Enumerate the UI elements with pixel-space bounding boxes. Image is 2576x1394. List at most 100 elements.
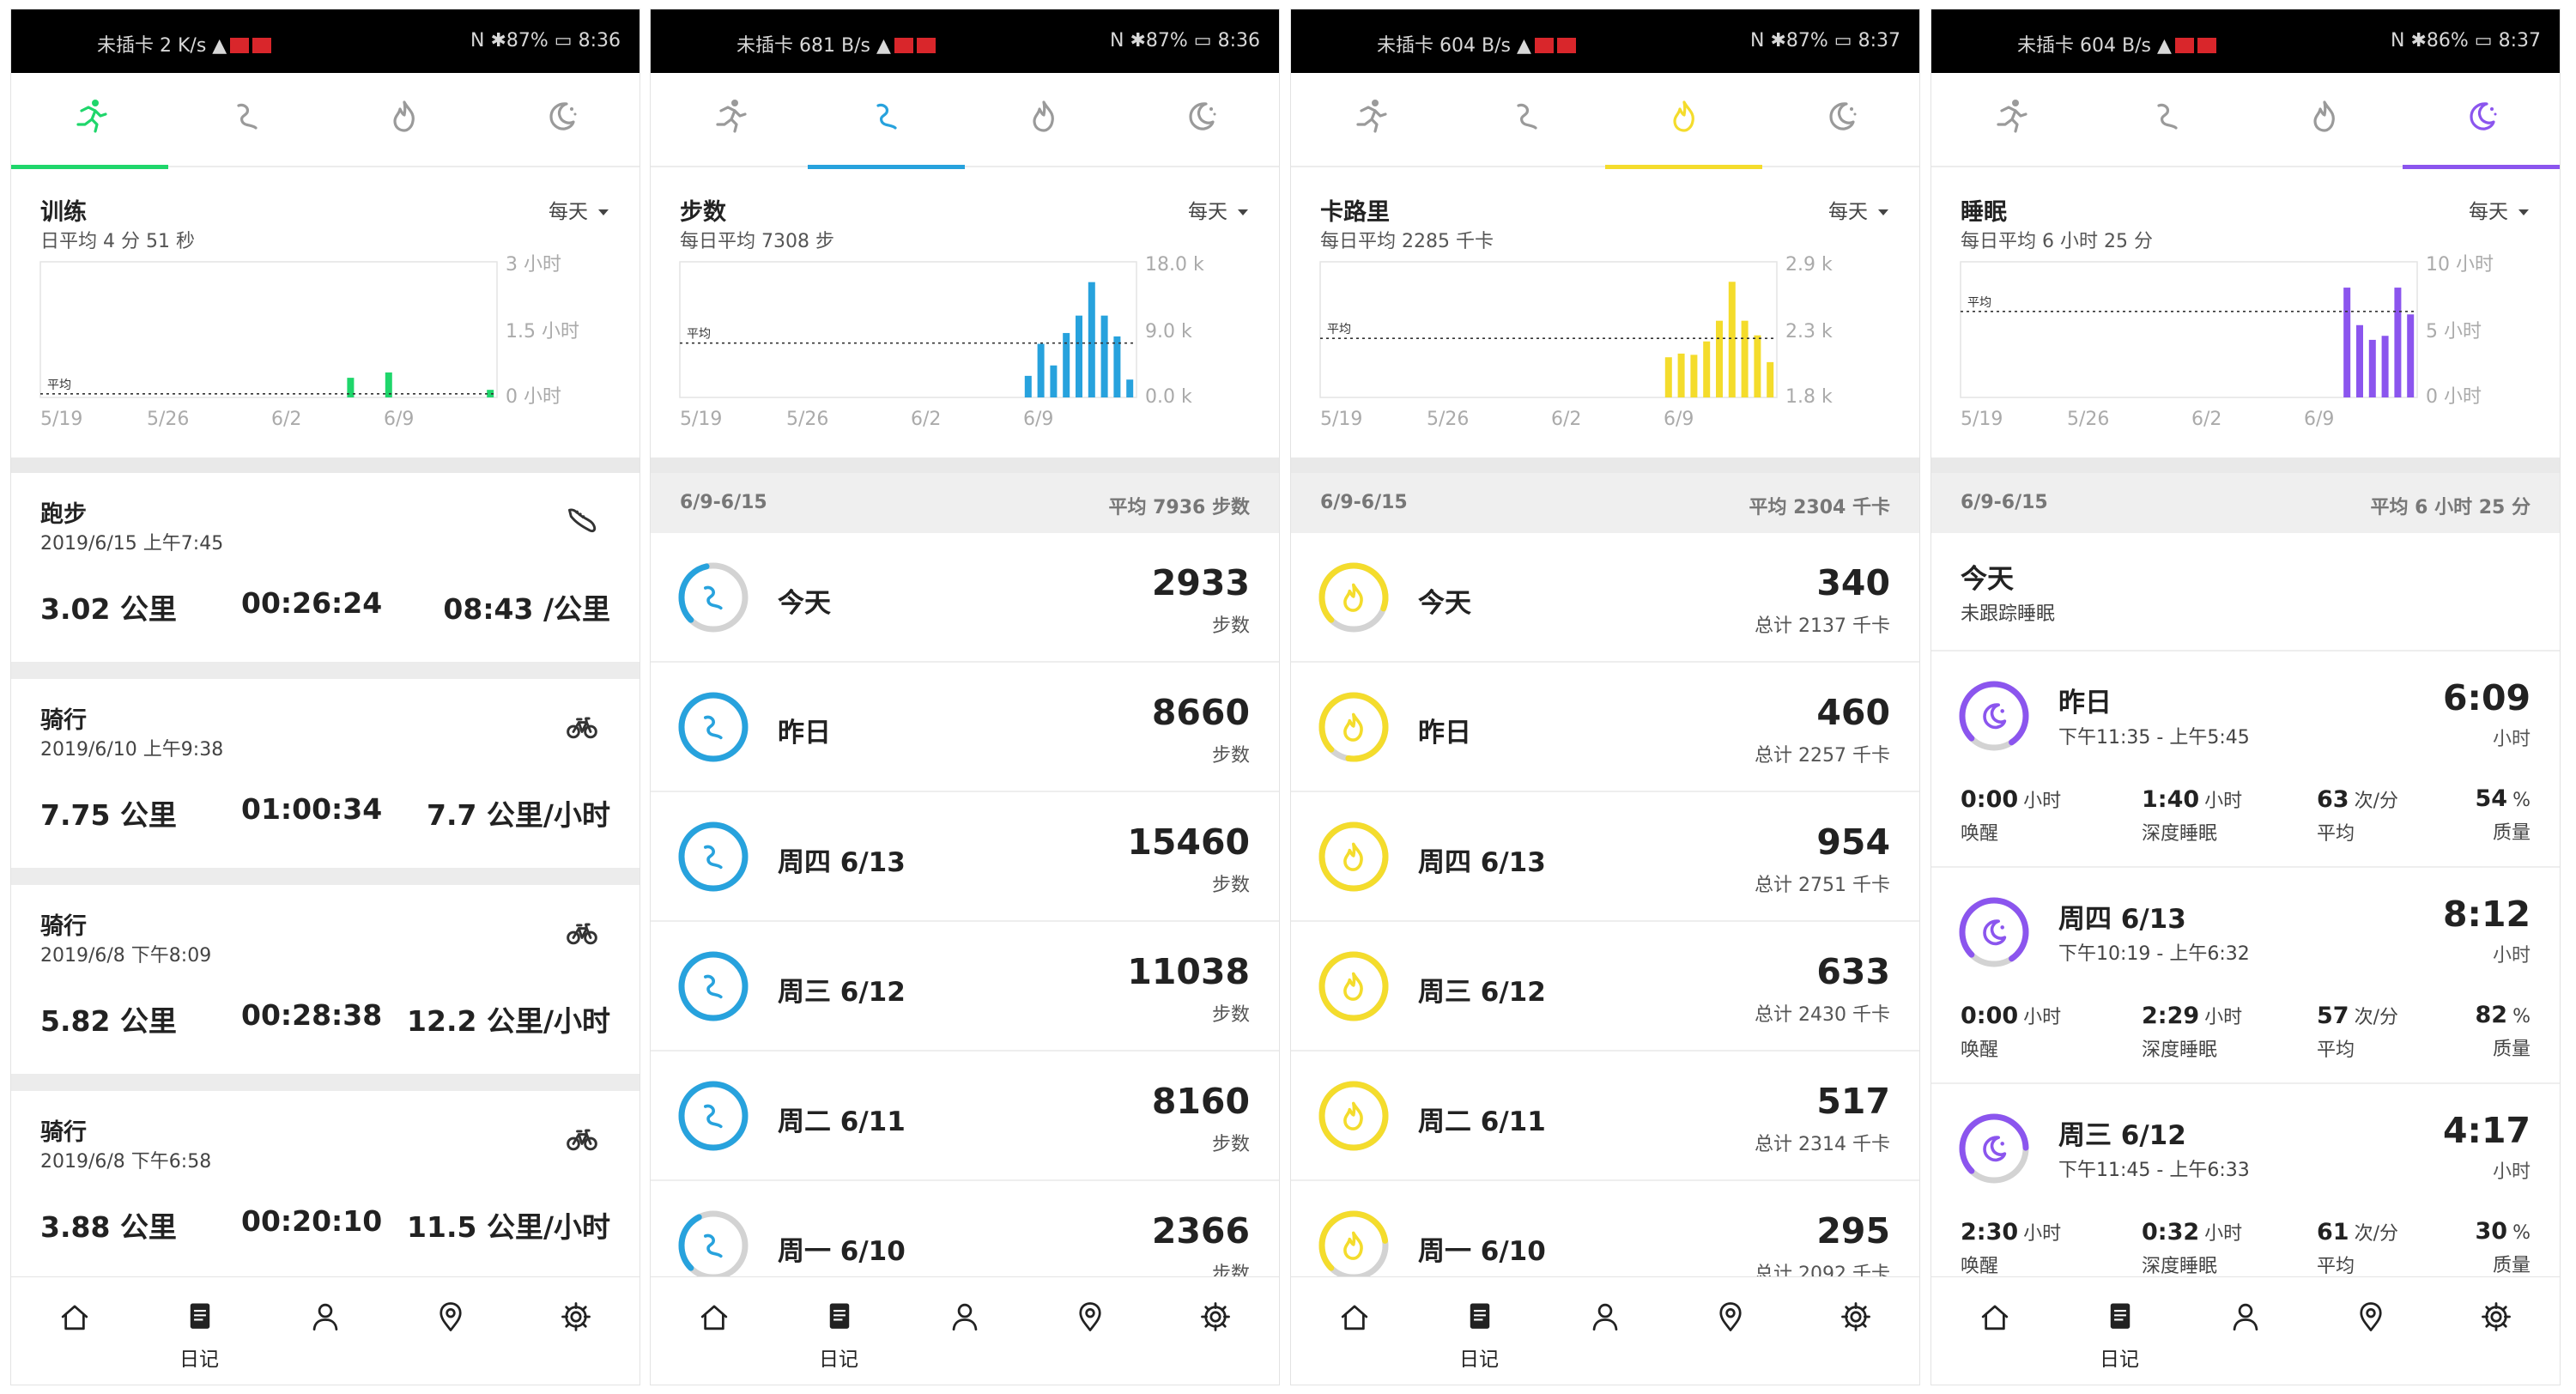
y-tick-label: 5 小时: [2426, 321, 2482, 342]
steps-ring-icon: [678, 821, 749, 892]
tab-calories[interactable]: [965, 73, 1122, 167]
status-bar: 未插卡 681 B/s ▲ N ✱87% ▭ 8:36: [651, 9, 1279, 73]
tab-steps[interactable]: [168, 73, 325, 167]
summary-bar: 6/9-6/15 平均 2304 千卡: [1291, 473, 1919, 533]
sleep-stat-label: 质量: [2492, 1039, 2531, 1060]
tab-sleep[interactable]: [482, 73, 639, 167]
sleep-stat-label: 唤醒: [1961, 1039, 1999, 1061]
tab-steps[interactable]: [808, 73, 965, 169]
steps-icon: [2157, 103, 2178, 130]
day-row[interactable]: 昨日 460 总计 2257 千卡: [1291, 663, 1919, 792]
summary-bar: 6/9-6/15 平均 7936 步数: [651, 473, 1279, 533]
tab-sleep[interactable]: [1122, 73, 1279, 167]
nav-profile[interactable]: [901, 1277, 1027, 1385]
sleep-night-row[interactable]: 周四 6/13 下午10:19 - 上午6:32 8:12 小时 0:00 小时 唤醒 2:2…: [1931, 868, 2560, 1084]
average-label: 平均: [1327, 323, 1351, 336]
sleep-stat-label: 平均: [2317, 1039, 2355, 1061]
average-label: 平均: [47, 379, 71, 392]
nav-gear[interactable]: [1152, 1277, 1277, 1385]
tab-workout[interactable]: [651, 73, 808, 167]
nav-gear[interactable]: [512, 1277, 638, 1385]
phone-screen-workout: 未插卡 2 K/s ▲ N ✱87% ▭ 8:36 平均 3 小时 1.5 小时 0 小时…: [10, 9, 640, 1385]
nav-map-pin[interactable]: [2307, 1277, 2433, 1385]
nav-diary[interactable]: 日记: [1416, 1277, 1542, 1385]
chart-section: 平均 18.0 k 9.0 k 0.0 k 5/19 5/26 6/2 6/9 步数 每日平均 7…: [651, 169, 1279, 458]
nav-gear[interactable]: [1792, 1277, 1918, 1385]
x-tick-label: 5/19: [1320, 409, 1362, 430]
workout-card[interactable]: 骑行 2019/6/10 上午9:38 7.75 公里 01:00:34 7.7 公里/…: [11, 679, 639, 868]
nav-diary[interactable]: 日记: [776, 1277, 901, 1385]
steps-ring-icon: [678, 692, 749, 762]
tab-sleep[interactable]: [1762, 73, 1919, 167]
nav-map-pin[interactable]: [387, 1277, 512, 1385]
workout-card[interactable]: 跑步 2019/6/15 上午7:45 3.02 公里 00:26:24 08:43 /…: [11, 473, 639, 662]
notification-icon: [894, 38, 913, 53]
y-tick-label: 9.0 k: [1145, 321, 1192, 342]
nav-gear[interactable]: [2433, 1277, 2558, 1385]
nav-map-pin[interactable]: [1667, 1277, 1792, 1385]
tab-calories[interactable]: [325, 73, 482, 167]
period-dropdown[interactable]: 每天: [1188, 195, 1248, 224]
workout-date: 2019/6/8 下午6:58: [40, 1151, 212, 1173]
nav-home[interactable]: [1931, 1277, 2057, 1385]
chart-bar: [2356, 324, 2363, 397]
sleep-night-row[interactable]: 昨日 下午11:35 - 上午5:45 6:09 小时 0:00 小时 唤醒 1:40 小时 深度…: [1931, 652, 2560, 868]
sleep-stat-value: 82: [2475, 1002, 2508, 1028]
day-row[interactable]: 今天 340 总计 2137 千卡: [1291, 533, 1919, 663]
nav-profile[interactable]: [2182, 1277, 2307, 1385]
day-unit: 步数: [1211, 615, 1250, 637]
period-dropdown[interactable]: 每天: [2469, 195, 2529, 224]
steps-icon: [1517, 103, 1537, 130]
nav-profile[interactable]: [1542, 1277, 1667, 1385]
tab-workout[interactable]: [1291, 73, 1448, 167]
day-value: 295: [1816, 1210, 1890, 1252]
chart-bar: [1088, 282, 1095, 397]
sleep-today-row[interactable]: 今天 未跟踪睡眠: [1931, 533, 2560, 652]
nav-map-pin[interactable]: [1027, 1277, 1152, 1385]
day-row[interactable]: 周四 6/13 954 总计 2751 千卡: [1291, 792, 1919, 922]
tab-workout[interactable]: [11, 73, 168, 169]
period-dropdown[interactable]: 每天: [549, 195, 609, 224]
nav-profile[interactable]: [262, 1277, 387, 1385]
chart-bar: [1664, 357, 1672, 397]
day-row[interactable]: 周四 6/13 15460 步数: [651, 792, 1279, 922]
sleep-stat-value: 61: [2317, 1219, 2349, 1246]
nav-diary[interactable]: 日记: [2057, 1277, 2182, 1385]
period-dropdown[interactable]: 每天: [1828, 195, 1888, 224]
chart-bar: [1677, 353, 1685, 397]
bar-chart: 平均 18.0 k 9.0 k 0.0 k 5/19 5/26 6/2 6/9: [679, 254, 1204, 430]
chart-bar: [1728, 282, 1736, 397]
flame-ring-icon: [1318, 951, 1389, 1021]
home-icon: [61, 1305, 88, 1330]
workout-card[interactable]: 骑行 2019/6/8 下午6:58 3.88 公里 00:20:10 11.5 公里/…: [11, 1091, 639, 1280]
tab-calories[interactable]: [2246, 73, 2403, 167]
tab-calories[interactable]: [1605, 73, 1762, 169]
day-value: 633: [1816, 951, 1890, 992]
sleep-night-row[interactable]: 周三 6/12 下午11:45 - 上午6:33 4:17 小时 2:30 小时 唤醒 0:3…: [1931, 1084, 2560, 1300]
chart-bar: [1767, 361, 1774, 397]
workout-title: 骑行: [40, 1119, 87, 1146]
day-row[interactable]: 周二 6/11 8160 步数: [651, 1052, 1279, 1181]
sleep-stat-unit: 小时: [2204, 1223, 2243, 1245]
sleep-stat: 0:32 小时 深度睡眠: [2142, 1218, 2242, 1278]
day-row[interactable]: 昨日 8660 步数: [651, 663, 1279, 792]
tab-steps[interactable]: [1448, 73, 1605, 167]
day-row[interactable]: 周二 6/11 517 总计 2314 千卡: [1291, 1052, 1919, 1181]
nav-home[interactable]: [11, 1277, 136, 1385]
nav-diary[interactable]: 日记: [136, 1277, 262, 1385]
nav-home[interactable]: [1291, 1277, 1416, 1385]
notification-icon: [252, 38, 272, 53]
chart-bar: [1741, 320, 1749, 397]
nav-home[interactable]: [651, 1277, 776, 1385]
day-row[interactable]: 周三 6/12 11038 步数: [651, 922, 1279, 1052]
tab-sleep[interactable]: [2403, 73, 2560, 169]
chart-bar: [2394, 288, 2402, 397]
day-row[interactable]: 今天 2933 步数: [651, 533, 1279, 663]
workout-card[interactable]: 骑行 2019/6/8 下午8:09 5.82 公里 00:28:38 12.2 公里/…: [11, 885, 639, 1074]
day-row[interactable]: 周三 6/12 633 总计 2430 千卡: [1291, 922, 1919, 1052]
workout-duration: 00:28:38: [241, 998, 383, 1032]
tab-steps[interactable]: [2088, 73, 2246, 167]
tab-workout[interactable]: [1931, 73, 2088, 167]
x-tick-label: 5/26: [2067, 409, 2109, 430]
status-carrier: 未插卡 681 B/s ▲: [736, 30, 936, 58]
